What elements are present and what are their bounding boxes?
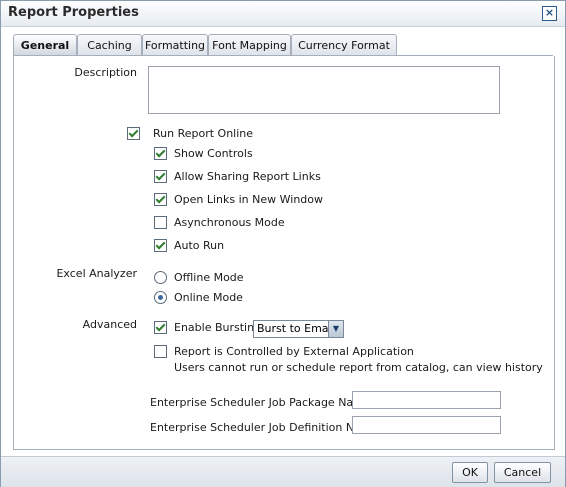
tab-caching[interactable]: Caching <box>77 34 142 55</box>
auto-run-label: Auto Run <box>174 239 225 252</box>
run-report-online-checkbox[interactable] <box>127 127 140 140</box>
cancel-button[interactable]: Cancel <box>494 462 551 483</box>
advanced-label: Advanced <box>82 318 137 331</box>
online-mode-radio[interactable] <box>154 291 167 304</box>
external-app-note: Users cannot run or schedule report from… <box>174 361 543 374</box>
tab-currency-format[interactable]: Currency Format <box>291 34 397 55</box>
burst-type-value: Burst to Email <box>257 322 335 335</box>
description-textarea[interactable] <box>148 66 500 114</box>
chevron-down-icon[interactable]: ▼ <box>328 321 343 337</box>
tab-formatting[interactable]: Formatting <box>142 34 208 55</box>
tab-font-mapping[interactable]: Font Mapping <box>208 34 291 55</box>
auto-run-checkbox[interactable] <box>154 239 167 252</box>
offline-mode-radio[interactable] <box>154 271 167 284</box>
ess-definition-input[interactable] <box>352 416 501 434</box>
allow-sharing-checkbox[interactable] <box>154 170 167 183</box>
burst-type-select[interactable]: Burst to Email ▼ <box>253 320 344 338</box>
tab-general[interactable]: General <box>13 34 77 56</box>
external-app-label: Report is Controlled by External Applica… <box>174 345 414 358</box>
ess-package-input[interactable] <box>352 391 501 409</box>
run-report-online-label: Run Report Online <box>153 127 254 140</box>
async-mode-label: Asynchronous Mode <box>174 216 285 229</box>
show-controls-label: Show Controls <box>174 147 253 160</box>
report-properties-dialog: Report Properties × General Caching Form… <box>0 0 566 487</box>
excel-analyzer-label: Excel Analyzer <box>56 267 137 280</box>
enable-bursting-checkbox[interactable] <box>154 321 167 334</box>
dialog-titlebar: Report Properties × <box>1 1 565 27</box>
dialog-title: Report Properties <box>8 5 139 20</box>
open-links-label: Open Links in New Window <box>174 193 324 206</box>
enable-bursting-label: Enable Bursting <box>174 321 262 334</box>
allow-sharing-label: Allow Sharing Report Links <box>174 170 321 183</box>
async-mode-checkbox[interactable] <box>154 216 167 229</box>
ess-package-label: Enterprise Scheduler Job Package Name <box>150 396 371 409</box>
online-mode-label: Online Mode <box>174 291 243 304</box>
dialog-footer: OK Cancel <box>1 456 565 487</box>
show-controls-checkbox[interactable] <box>154 147 167 160</box>
close-icon[interactable]: × <box>542 6 557 21</box>
description-label: Description <box>74 66 137 79</box>
tab-bar: General Caching Formatting Font Mapping … <box>13 34 553 56</box>
open-links-checkbox[interactable] <box>154 193 167 206</box>
external-app-checkbox[interactable] <box>154 345 167 358</box>
ess-definition-label: Enterprise Scheduler Job Definition Name <box>150 421 379 434</box>
offline-mode-label: Offline Mode <box>174 271 244 284</box>
ok-button[interactable]: OK <box>452 462 488 483</box>
